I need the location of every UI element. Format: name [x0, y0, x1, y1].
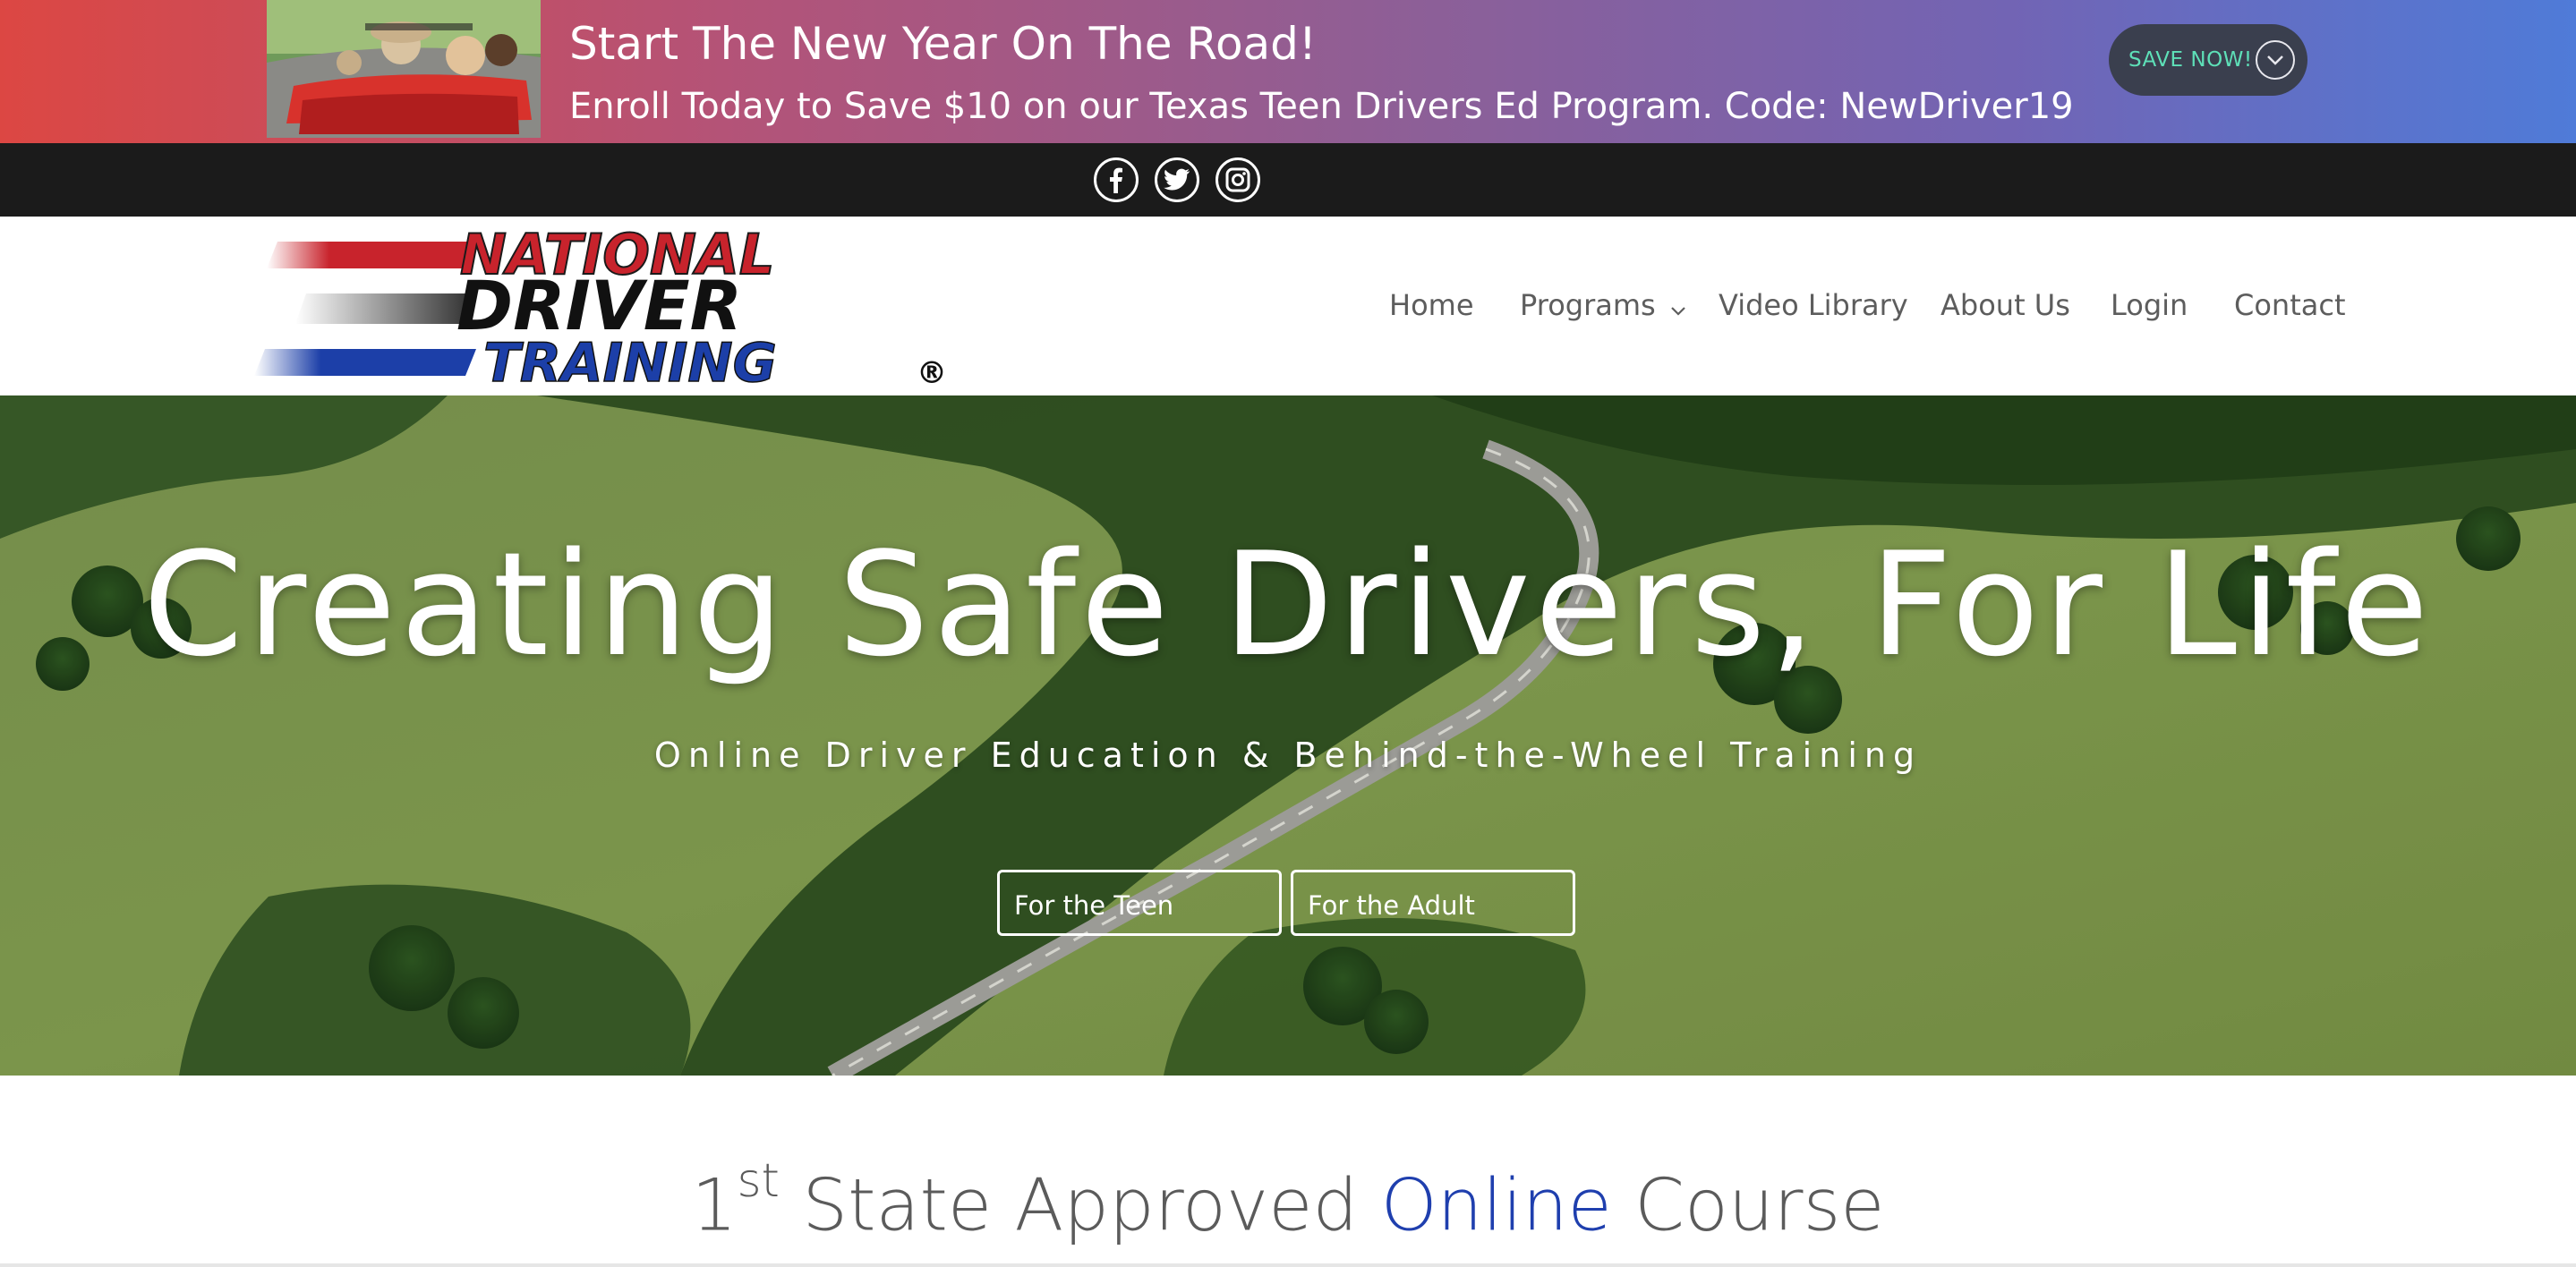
logo-line-training: TRAINING: [483, 332, 777, 390]
heading-middle: State Approved: [779, 1163, 1381, 1247]
save-now-label: SAVE NOW!: [2128, 48, 2253, 72]
promo-subtitle: Enroll Today to Save $10 on our Texas Te…: [569, 86, 2074, 127]
heading-accent: Online: [1380, 1163, 1612, 1247]
nav-home[interactable]: Home: [1389, 288, 1474, 322]
nav-video-library[interactable]: Video Library: [1719, 288, 1908, 322]
national-driver-training-logo[interactable]: NATIONAL DRIVER TRAINING ®: [252, 221, 951, 395]
nav-about-us[interactable]: About Us: [1941, 288, 2070, 322]
for-the-teen-button[interactable]: For the Teen: [997, 870, 1282, 936]
heading-number: 1: [691, 1163, 738, 1247]
hero-section: Creating Safe Drivers, For Life Online D…: [0, 395, 2576, 1076]
promo-title: Start The New Year On The Road!: [569, 18, 1317, 70]
hero-subtitle: Online Driver Education & Behind-the-Whe…: [653, 736, 1923, 775]
heading-ordinal: st: [737, 1154, 780, 1208]
save-now-button[interactable]: SAVE NOW!: [2109, 24, 2307, 96]
instagram-icon[interactable]: [1215, 157, 1260, 202]
promo-car-photo: [267, 0, 541, 138]
for-the-adult-button[interactable]: For the Adult: [1291, 870, 1575, 936]
site-header: NATIONAL DRIVER TRAINING ® Home Programs…: [0, 217, 2576, 395]
section-heading: 1st State Approved Online Course: [0, 1154, 2576, 1247]
twitter-icon[interactable]: [1155, 157, 1199, 202]
logo-registered-mark: ®: [917, 355, 947, 390]
divider: [0, 1263, 2576, 1267]
chevron-down-icon: [1670, 290, 1686, 324]
chevron-down-icon: [2256, 40, 2295, 80]
promo-banner: Start The New Year On The Road! Enroll T…: [0, 0, 2576, 143]
hero-title: Creating Safe Drivers, For Life: [142, 521, 2434, 688]
nav-programs[interactable]: Programs: [1520, 288, 1686, 324]
nav-login[interactable]: Login: [2111, 288, 2188, 322]
social-bar: [0, 143, 2576, 217]
nav-programs-label: Programs: [1520, 288, 1656, 322]
heading-suffix: Course: [1611, 1163, 1885, 1247]
nav-contact[interactable]: Contact: [2234, 288, 2346, 322]
facebook-icon[interactable]: [1094, 157, 1139, 202]
